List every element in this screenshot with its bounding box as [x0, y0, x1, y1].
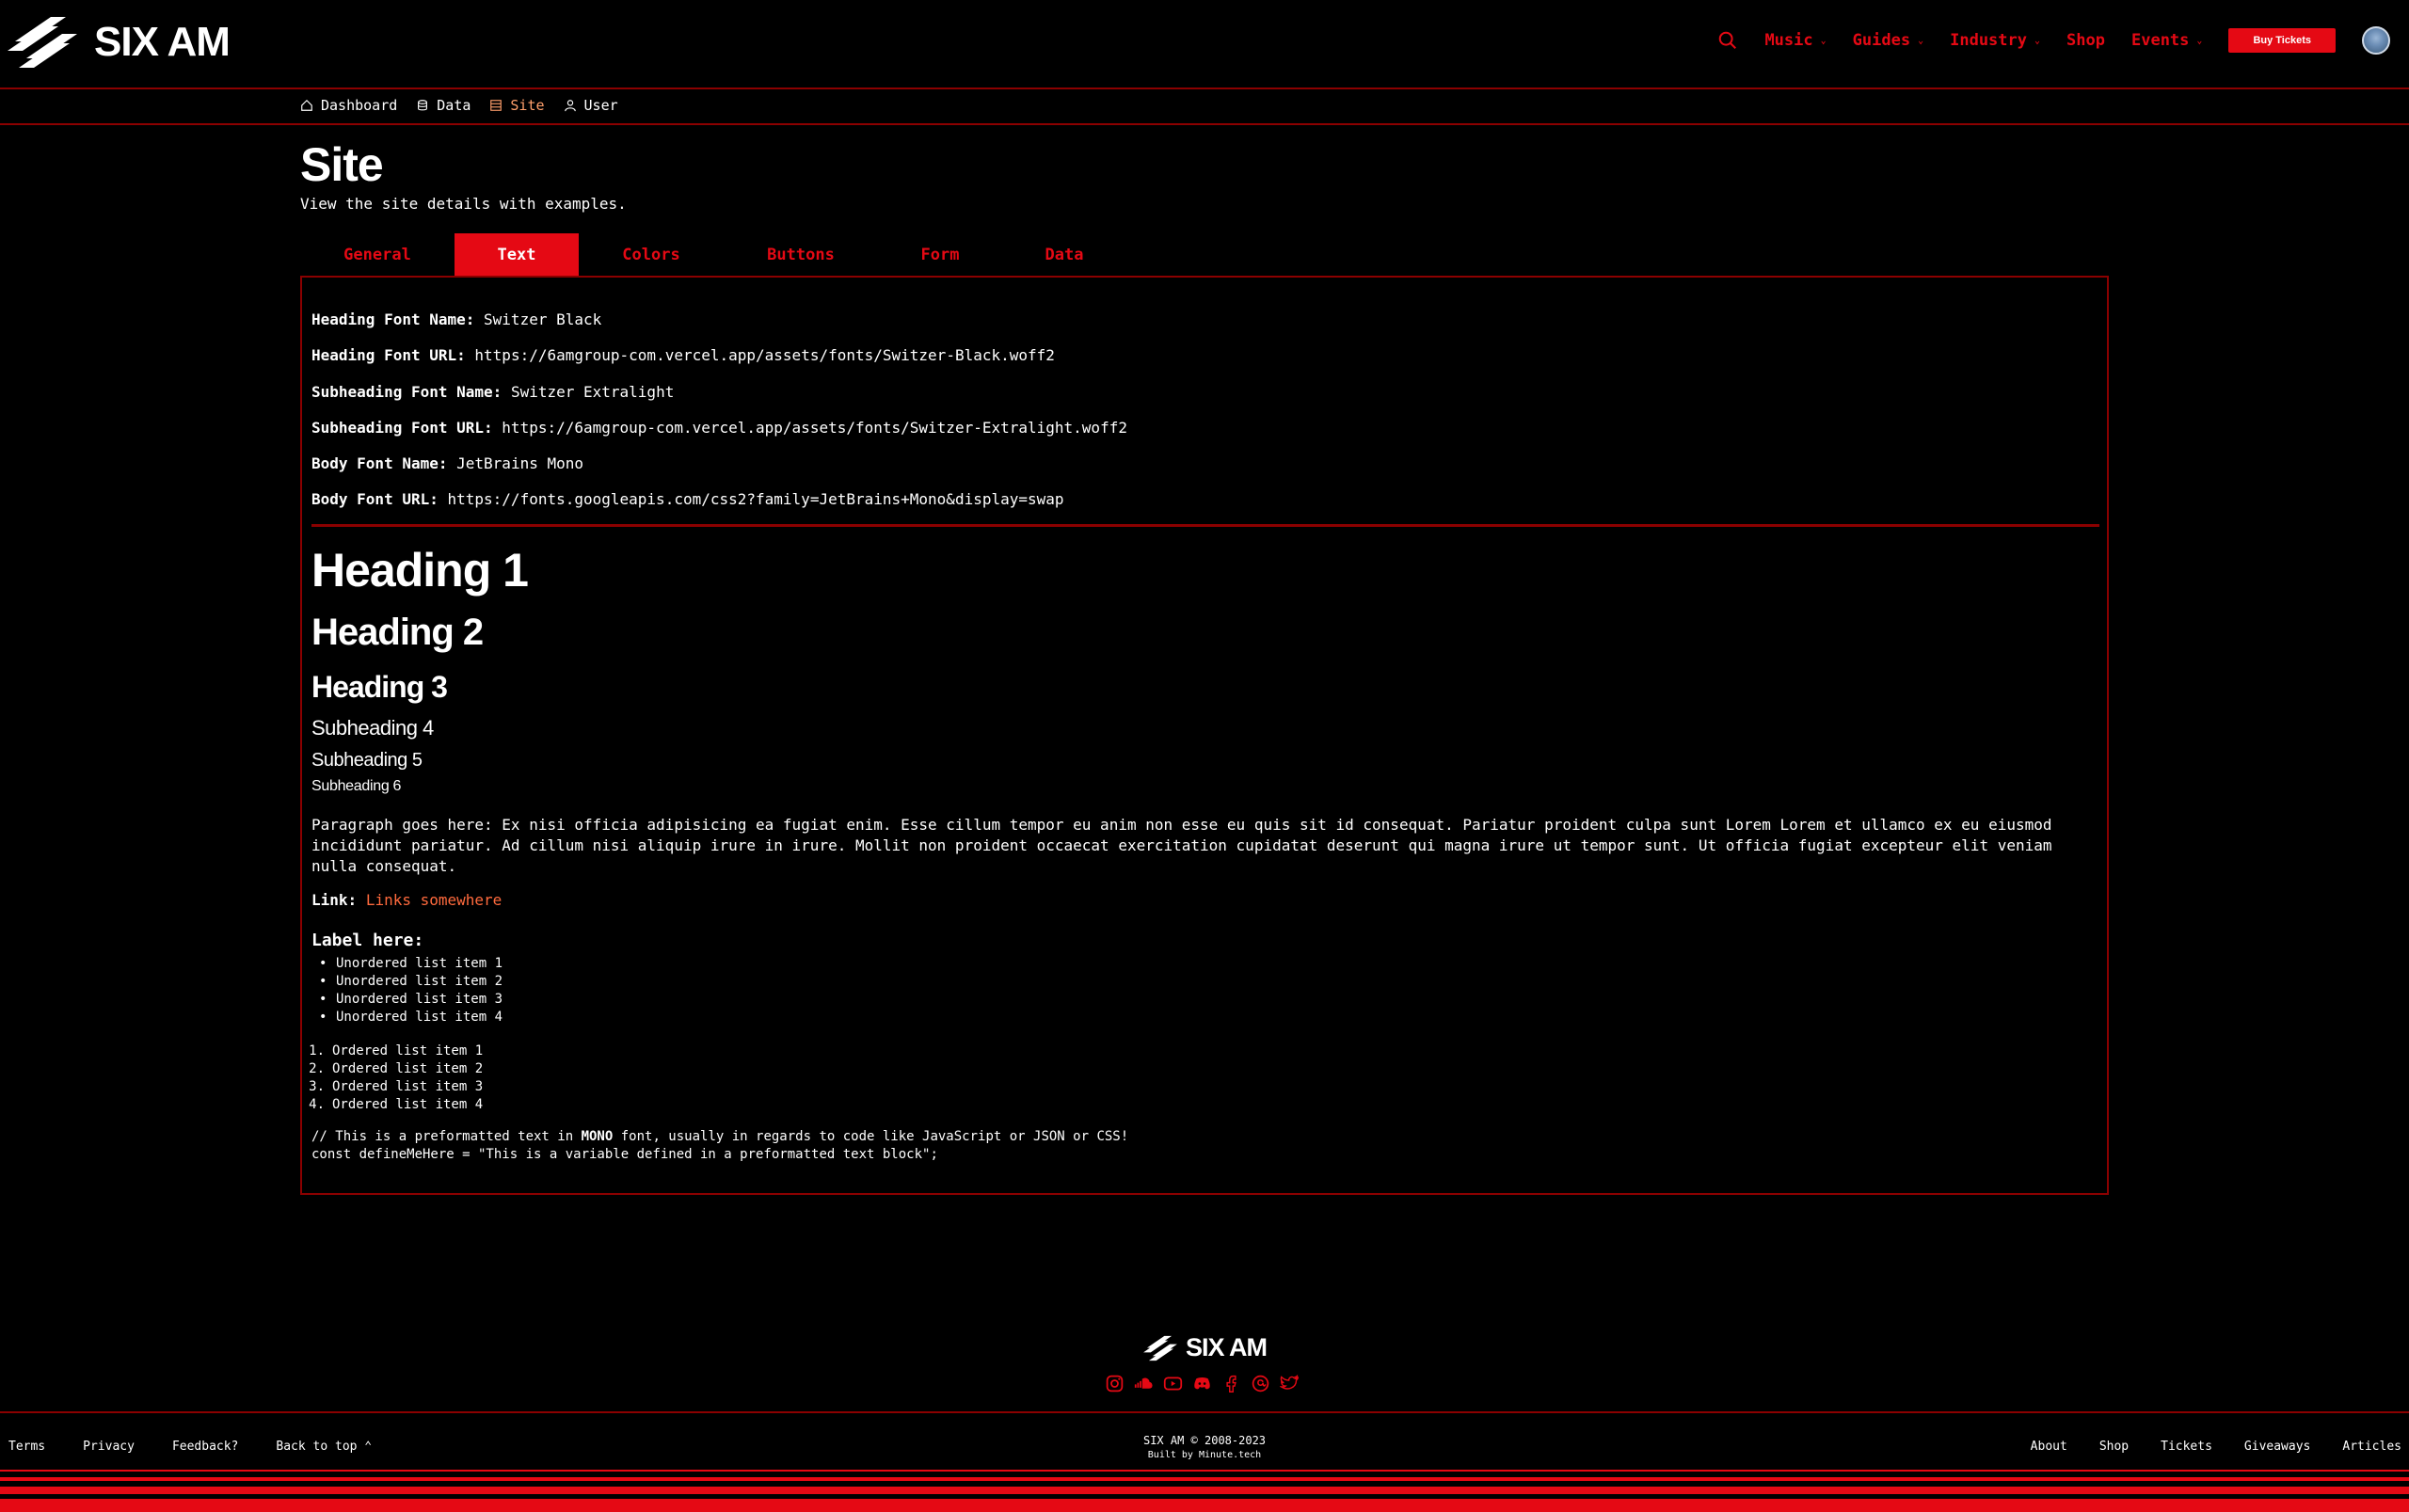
tab-form[interactable]: Form: [878, 233, 1002, 277]
site-header: SIX AM Music ⌄ Guides ⌄ Industry ⌄ Shop …: [0, 0, 2409, 89]
home-icon: [301, 99, 312, 111]
list-item: Unordered list item 4: [311, 1009, 503, 1027]
logo-text: SIX AM: [94, 19, 231, 65]
user-avatar[interactable]: [2362, 26, 2390, 55]
text-panel: Heading Font Name: Switzer Black Heading…: [300, 276, 2109, 1195]
stripe: [0, 1470, 2409, 1472]
sample-heading-1: Heading 1: [311, 544, 529, 597]
soundcloud-icon[interactable]: [1134, 1374, 1154, 1393]
stripe: [0, 1477, 2409, 1481]
breadcrumb-bar: Dashboard Data Site User: [0, 89, 2409, 125]
sample-unordered-list: Unordered list item 1 Unordered list ite…: [311, 955, 503, 1027]
breadcrumb-user[interactable]: User: [564, 97, 618, 114]
chevron-down-icon: ⌄: [1918, 35, 1924, 46]
breadcrumb-site[interactable]: Site: [489, 97, 545, 114]
buy-tickets-button[interactable]: Buy Tickets: [2228, 28, 2336, 53]
layout-icon: [490, 100, 503, 111]
heading-font-name: Heading Font Name: Switzer Black: [311, 310, 602, 328]
body-font-name: Body Font Name: JetBrains Mono: [311, 454, 583, 472]
page-title: Site: [300, 138, 384, 191]
tab-colors[interactable]: Colors: [579, 233, 724, 277]
sample-label: Label here:: [311, 931, 424, 950]
main-nav: Music ⌄ Guides ⌄ Industry ⌄ Shop Events …: [1717, 26, 2390, 55]
nav-shop[interactable]: Shop: [2066, 31, 2105, 50]
footer-bar: Terms Privacy Feedback? Back to top ⌃ SI…: [0, 1411, 2409, 1470]
user-icon: [564, 100, 576, 112]
sample-ordered-list: 1. Ordered list item 1 2. Ordered list ite…: [309, 1042, 484, 1114]
six-am-logo-icon: [1143, 1335, 1177, 1361]
threads-icon[interactable]: [1251, 1374, 1270, 1393]
tab-buttons[interactable]: Buttons: [724, 233, 878, 277]
instagram-icon[interactable]: [1105, 1374, 1125, 1393]
social-links: [1105, 1374, 1300, 1393]
divider: [311, 524, 2099, 527]
chevron-down-icon: ⌄: [2034, 35, 2041, 46]
list-item: Unordered list item 2: [311, 973, 503, 991]
subheading-font-url: Subheading Font URL: https://6amgroup-co…: [311, 419, 1127, 437]
twitter-icon[interactable]: [1280, 1374, 1300, 1393]
facebook-icon[interactable]: [1221, 1374, 1241, 1393]
stripe: [0, 1499, 2409, 1512]
sample-paragraph: Paragraph goes here: Ex nisi officia adi…: [311, 816, 2052, 875]
body-font-url: Body Font URL: https://fonts.googleapis.…: [311, 490, 1064, 508]
sample-subheading-6: Subheading 6: [311, 778, 402, 794]
footer-about-link[interactable]: About: [2031, 1440, 2067, 1454]
site-logo[interactable]: SIX AM: [6, 13, 231, 72]
list-item: 1. Ordered list item 1: [309, 1043, 484, 1058]
footer-privacy-link[interactable]: Privacy: [83, 1440, 135, 1454]
footer-left-links: Terms Privacy Feedback? Back to top ⌃: [8, 1440, 372, 1454]
sample-subheading-5: Subheading 5: [311, 750, 423, 771]
page-subtitle: View the site details with examples.: [300, 195, 627, 213]
stripe: [0, 1487, 2409, 1494]
sample-heading-2: Heading 2: [311, 612, 484, 653]
tab-text[interactable]: Text: [455, 233, 579, 277]
list-item: 3. Ordered list item 3: [309, 1079, 484, 1094]
footer-copyright: SIX AM © 2008-2023 Built by Minute.tech: [1035, 1434, 1374, 1462]
footer-terms-link[interactable]: Terms: [8, 1440, 45, 1454]
footer-feedback-link[interactable]: Feedback?: [172, 1440, 238, 1454]
breadcrumb-data[interactable]: Data: [416, 97, 471, 114]
tab-bar: General Text Colors Buttons Form Data: [300, 233, 1126, 277]
database-icon: [418, 100, 428, 111]
sample-preformatted: // This is a preformatted text in MONO f…: [311, 1129, 1129, 1162]
list-item: Unordered list item 1: [311, 955, 503, 973]
discord-icon[interactable]: [1192, 1374, 1212, 1393]
subheading-font-name: Subheading Font Name: Switzer Extralight: [311, 383, 675, 401]
built-by[interactable]: Built by Minute.tech: [1035, 1448, 1374, 1462]
footer-right-links: About Shop Tickets Giveaways Articles: [2031, 1440, 2401, 1454]
six-am-logo-icon: [8, 17, 77, 68]
footer-logo[interactable]: SIX AM: [1142, 1333, 1268, 1362]
sample-heading-3: Heading 3: [311, 670, 448, 704]
footer-shop-link[interactable]: Shop: [2099, 1440, 2129, 1454]
nav-events[interactable]: Events ⌄: [2131, 31, 2202, 50]
sample-link[interactable]: Links somewhere: [366, 891, 503, 909]
list-item: Unordered list item 3: [311, 991, 503, 1009]
breadcrumb-dashboard[interactable]: Dashboard: [300, 97, 397, 114]
chevron-down-icon: ⌄: [2196, 35, 2203, 46]
sample-link-row: Link: Links somewhere: [311, 891, 503, 909]
tab-data[interactable]: Data: [1002, 233, 1126, 277]
footer-stripes: [0, 1470, 2409, 1512]
list-item: 4. Ordered list item 4: [309, 1097, 484, 1112]
breadcrumb: Dashboard Data Site User: [300, 97, 618, 114]
list-item: 2. Ordered list item 2: [309, 1061, 484, 1076]
back-to-top-link[interactable]: Back to top ⌃: [276, 1440, 372, 1454]
heading-font-url: Heading Font URL: https://6amgroup-com.v…: [311, 346, 1055, 364]
footer-tickets-link[interactable]: Tickets: [2161, 1440, 2212, 1454]
footer-articles-link[interactable]: Articles: [2342, 1440, 2401, 1454]
nav-guides[interactable]: Guides ⌄: [1853, 31, 1923, 50]
tab-general[interactable]: General: [300, 233, 455, 277]
footer-giveaways-link[interactable]: Giveaways: [2244, 1440, 2310, 1454]
youtube-icon[interactable]: [1163, 1374, 1183, 1393]
nav-music[interactable]: Music ⌄: [1764, 31, 1826, 50]
chevron-down-icon: ⌄: [1820, 35, 1827, 46]
search-icon[interactable]: [1717, 30, 1738, 51]
nav-industry[interactable]: Industry ⌄: [1950, 31, 2040, 50]
sample-subheading-4: Subheading 4: [311, 716, 434, 740]
